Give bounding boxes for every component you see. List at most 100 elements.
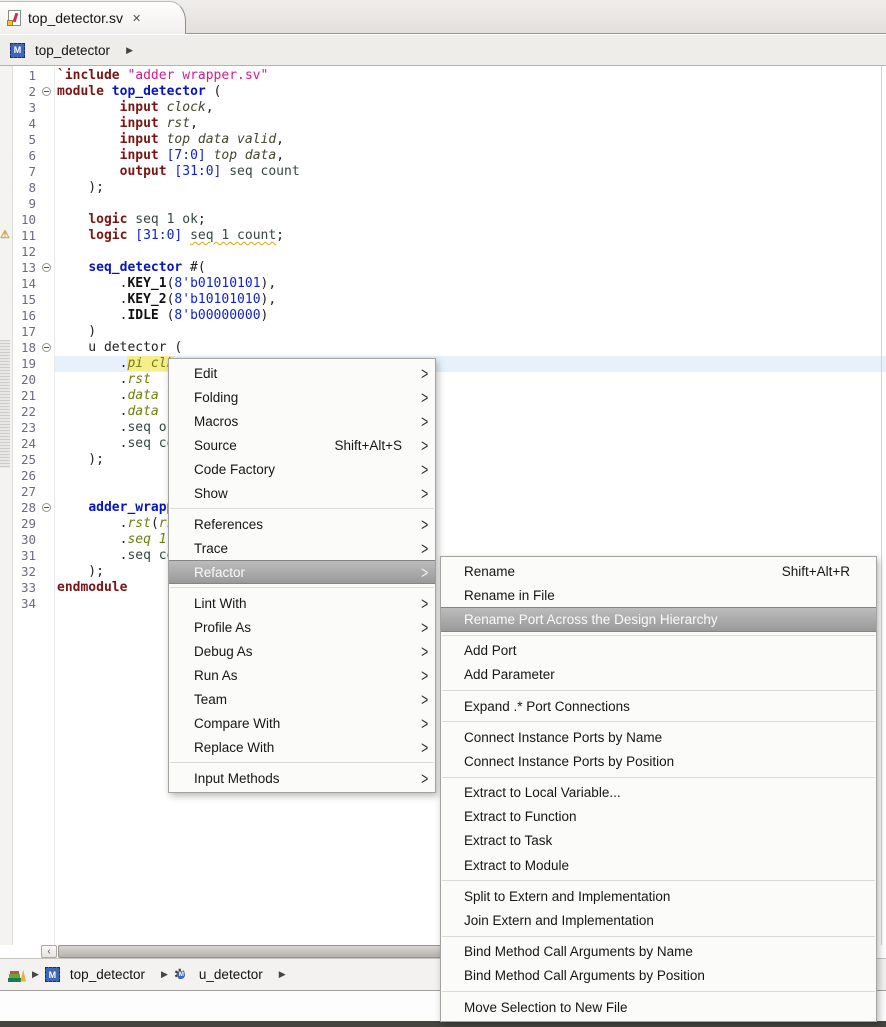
code-line-6[interactable]: input [7:0] top data, [55,148,886,164]
code-token: . [57,420,127,435]
line-number: 32 [13,564,36,580]
code-line-8[interactable]: ); [55,180,886,196]
code-token: . [57,308,127,323]
code-token: input [120,132,159,147]
code-line-14[interactable]: .KEY_1(8'b01010101), [55,276,886,292]
line-number: 24 [13,436,36,452]
menu-separator [442,880,875,881]
menu-item-refactor[interactable]: Refactor> [169,560,435,584]
chevron-right-icon[interactable]: ▶ [161,969,168,980]
scroll-left-icon[interactable]: ‹ [41,945,57,958]
breadcrumb-item-top-detector[interactable]: top_detector [70,967,145,982]
close-icon[interactable]: ✕ [132,12,141,25]
menu-item-lint-with[interactable]: Lint With> [169,591,435,615]
menu-item-references[interactable]: References> [169,512,435,536]
code-token: "adder wrapper.sv" [127,68,268,83]
code-line-16[interactable]: .IDLE (8'b00000000) [55,308,886,324]
code-line-10[interactable]: logic seq 1 ok; [55,212,886,228]
menu-item-replace-with[interactable]: Replace With> [169,735,435,759]
chevron-right-icon[interactable]: ▶ [279,969,286,980]
menu-item-label: Split to Extern and Implementation [464,889,862,904]
code-line-17[interactable]: ) [55,324,886,340]
menu-item-extract-to-function[interactable]: Extract to Function [441,805,876,829]
menu-item-debug-as[interactable]: Debug As> [169,639,435,663]
menu-item-label: Move Selection to New File [464,1000,862,1015]
code-line-2[interactable]: module top_detector ( [55,84,886,100]
menu-item-split-to-extern-and-implementation[interactable]: Split to Extern and Implementation [441,884,876,908]
code-token: [31:0] [135,228,182,243]
code-line-5[interactable]: input top data valid, [55,132,886,148]
menu-item-bind-method-call-arguments-by-name[interactable]: Bind Method Call Arguments by Name [441,940,876,964]
menu-item-bind-method-call-arguments-by-position[interactable]: Bind Method Call Arguments by Position [441,964,876,988]
code-token: . [57,388,127,403]
chevron-right-icon[interactable]: ▶ [126,45,133,56]
code-line-7[interactable]: output [31:0] seq count [55,164,886,180]
design-hierarchy-icon[interactable] [8,968,26,982]
line-number: 19 [13,356,36,372]
submenu-arrow-icon: > [415,562,429,582]
menu-item-edit[interactable]: Edit> [169,361,435,385]
menu-item-expand-port-connections[interactable]: Expand .* Port Connections [441,694,876,718]
menu-item-team[interactable]: Team> [169,687,435,711]
menu-item-rename[interactable]: RenameShift+Alt+R [441,559,876,583]
menu-item-join-extern-and-implementation[interactable]: Join Extern and Implementation [441,908,876,932]
tab-top-detector-sv[interactable]: top_detector.sv ✕ [0,1,186,34]
menu-item-show[interactable]: Show> [169,481,435,505]
menu-item-extract-to-local-variable[interactable]: Extract to Local Variable... [441,781,876,805]
code-line-4[interactable]: input rst, [55,116,886,132]
code-line-15[interactable]: .KEY_2(8'b10101010), [55,292,886,308]
submenu-arrow-icon: > [415,411,429,431]
menu-item-code-factory[interactable]: Code Factory> [169,457,435,481]
code-token: IDLE [127,308,158,323]
menu-item-move-selection-to-new-file[interactable]: Move Selection to New File [441,995,876,1019]
fold-collapse-icon[interactable] [42,87,51,96]
menu-item-extract-to-module[interactable]: Extract to Module [441,853,876,877]
menu-item-folding[interactable]: Folding> [169,385,435,409]
line-number: 1 [13,68,36,84]
fold-collapse-icon[interactable] [42,263,51,272]
fold-collapse-icon[interactable] [42,503,51,512]
menu-item-compare-with[interactable]: Compare With> [169,711,435,735]
code-token [104,84,112,99]
breadcrumb-item-u-detector[interactable]: u_detector [199,967,263,982]
menu-separator [442,991,875,992]
code-line-1[interactable]: `include "adder wrapper.sv" [55,68,886,84]
code-line-11[interactable]: logic [31:0] seq 1 count; [55,228,886,244]
menu-item-profile-as[interactable]: Profile As> [169,615,435,639]
menu-item-rename-port-across-the-design-hierarchy[interactable]: Rename Port Across the Design Hierarchy [441,607,876,631]
menu-item-add-port[interactable]: Add Port [441,639,876,663]
line-number: 21 [13,388,36,404]
code-line-12[interactable] [55,244,886,260]
menu-item-macros[interactable]: Macros> [169,409,435,433]
menu-item-connect-instance-ports-by-name[interactable]: Connect Instance Ports by Name [441,725,876,749]
fold-collapse-icon[interactable] [42,343,51,352]
code-token: ); [57,452,104,467]
menu-item-rename-in-file[interactable]: Rename in File [441,583,876,607]
line-number: 8 [13,180,36,196]
menu-item-input-methods[interactable]: Input Methods> [169,766,435,790]
breadcrumb-module-label[interactable]: top_detector [35,43,110,58]
line-number: 29 [13,516,36,532]
code-token [57,100,120,115]
line-number: 31 [13,548,36,564]
line-number: 25 [13,452,36,468]
menu-item-source[interactable]: SourceShift+Alt+S> [169,433,435,457]
menu-item-add-parameter[interactable]: Add Parameter [441,663,876,687]
code-line-13[interactable]: seq_detector #( [55,260,886,276]
code-token: endmodule [57,580,127,595]
menu-item-run-as[interactable]: Run As> [169,663,435,687]
line-number: 16 [13,308,36,324]
folding-ruler [40,66,55,945]
code-token: . [57,436,127,451]
chevron-right-icon[interactable]: ▶ [32,969,39,980]
menu-item-trace[interactable]: Trace> [169,536,435,560]
menu-item-connect-instance-ports-by-position[interactable]: Connect Instance Ports by Position [441,749,876,773]
code-line-18[interactable]: u detector ( [55,340,886,356]
code-line-9[interactable] [55,196,886,212]
code-line-3[interactable]: input clock, [55,100,886,116]
code-token: . [57,292,127,307]
menu-item-extract-to-task[interactable]: Extract to Task [441,829,876,853]
tab-title: top_detector.sv [28,10,123,26]
line-number: 3 [13,100,36,116]
code-token: ) [261,308,269,323]
